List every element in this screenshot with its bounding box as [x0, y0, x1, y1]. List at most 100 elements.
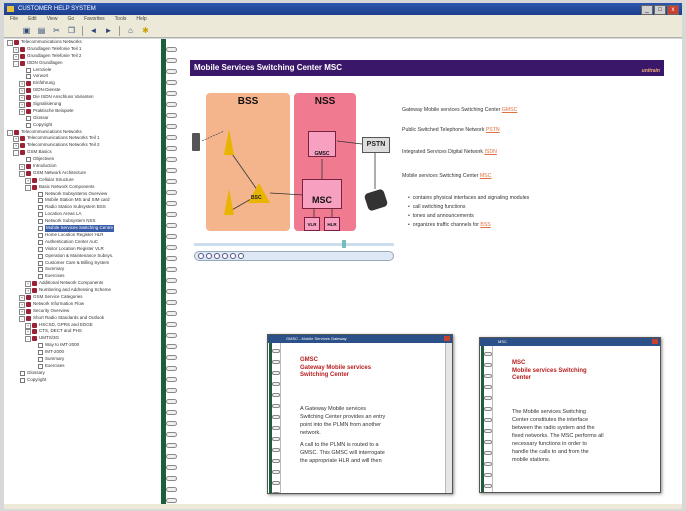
gmsc-node[interactable]: GMSC [308, 131, 336, 157]
popup-close-button[interactable] [444, 336, 450, 341]
step-button[interactable] [230, 253, 236, 259]
tree-item-label: Authentication Center AuC [45, 238, 99, 244]
tree-item[interactable]: - ISDN Grundlagen [4, 60, 160, 67]
spiral-ring [272, 492, 280, 493]
page-icon [26, 115, 31, 121]
msc-node[interactable]: MSC [302, 179, 342, 209]
tree-item[interactable]: + ISDN-Dienste [4, 87, 160, 95]
tree-item[interactable]: Network Subsystems Overview [4, 191, 160, 198]
tree-item[interactable]: Network Subsystem NSS [4, 218, 160, 225]
tree-item[interactable]: - Basic Network Components [4, 184, 160, 191]
menu-item[interactable]: Tools [115, 15, 127, 24]
gmsc-link[interactable]: GMSC [502, 107, 518, 113]
spiral-ring [166, 399, 177, 404]
tree-item[interactable]: Visitor Location Register VLR [4, 246, 160, 253]
page-icon [38, 226, 43, 232]
tree-item[interactable]: Glossary [4, 370, 160, 377]
book-icon [20, 136, 25, 142]
tree-item[interactable]: Home Location Register HLR [4, 232, 160, 239]
tree-item[interactable]: - GSM Network Architecture [4, 170, 160, 177]
tree-item[interactable]: Lernziele [4, 67, 160, 74]
popup-scrollbar[interactable] [445, 343, 452, 493]
tree-item[interactable]: Mobile Services Switching Centre [4, 225, 160, 232]
save-icon[interactable]: ▣ [22, 26, 31, 35]
tree-item[interactable]: Copyright [4, 122, 160, 129]
home-icon[interactable]: ⌂ [126, 26, 135, 35]
menu-item[interactable]: File [10, 15, 18, 24]
copy-icon[interactable]: ❐ [67, 26, 76, 35]
tree-item[interactable]: + Die ISDN Anschluss Varianten [4, 94, 160, 102]
tree-item[interactable]: Authentication Center AuC [4, 239, 160, 246]
tree-item[interactable]: Radio Station Subsystem BSS [4, 204, 160, 211]
tree-item[interactable]: - GSM Basics [4, 149, 160, 157]
tree-item-label: GSM Basics [27, 149, 52, 155]
menu-item[interactable]: View [47, 15, 58, 24]
menu-item[interactable]: Help [136, 15, 146, 24]
back-icon[interactable]: ◄ [89, 26, 98, 35]
tree-item[interactable]: Way to IMT-2000 [4, 342, 160, 349]
tree-item[interactable]: - Telecommunications Networks [4, 39, 160, 46]
menu-item[interactable]: Go [67, 15, 74, 24]
tree-item[interactable]: + Additional Network Components [4, 280, 160, 288]
tree-item[interactable]: + Cellular Structure [4, 177, 160, 184]
play-button[interactable] [198, 253, 204, 259]
pstn-node[interactable]: PSTN [362, 137, 390, 153]
tree-item[interactable]: - Short Radio Standards and Outlook [4, 315, 160, 322]
network-diagram: BSS NSS BSC GMSC MSC VLR HLR PSTN [192, 91, 394, 239]
forward-icon[interactable]: ► [104, 26, 113, 35]
menu-item[interactable]: Favorites [84, 15, 105, 24]
cut-icon[interactable]: ✂ [52, 26, 61, 35]
print-icon[interactable]: ▤ [37, 26, 46, 35]
step-button[interactable] [214, 253, 220, 259]
close-button[interactable]: x [667, 5, 679, 15]
tree-item[interactable]: Vorwort [4, 73, 160, 80]
tree-item[interactable]: Copyright [4, 377, 160, 384]
options-icon[interactable]: ✱ [141, 26, 150, 35]
tree-item[interactable]: + Grundlagen Telefonie Teil 2 [4, 53, 160, 60]
maximize-button[interactable]: □ [654, 5, 666, 15]
tree-item[interactable]: - Telecommunications Networks [4, 129, 160, 136]
tree-item[interactable]: + Einführung [4, 80, 160, 88]
tree-item[interactable]: Customer Care & Billing System [4, 260, 160, 267]
tree-item[interactable]: Mobile Station MS and SIM card [4, 197, 160, 204]
bss-link[interactable]: BSS [480, 222, 490, 228]
tree-item-label: GSM Service Categories [33, 293, 83, 299]
tree-item[interactable]: Summary [4, 356, 160, 363]
tree-item-label: Short Radio Standards and Outlook [33, 314, 105, 320]
tree-item[interactable]: + GSM Service Categories [4, 294, 160, 301]
step-button[interactable] [206, 253, 212, 259]
step-button[interactable] [238, 253, 244, 259]
animation-progress-thumb[interactable] [342, 240, 346, 248]
popup-close-button[interactable] [652, 339, 658, 344]
vlr-node[interactable]: VLR [304, 217, 320, 231]
tree-item[interactable]: + Network Information Flow [4, 301, 160, 308]
spiral-ring [166, 454, 177, 459]
tree-item[interactable]: + Telecommunications Networks Teil 2 [4, 142, 160, 150]
tree-item[interactable]: + Signalisierung [4, 101, 160, 109]
step-button[interactable] [222, 253, 228, 259]
tree-item[interactable]: + HSCSD, GPRS and EDGE [4, 322, 160, 329]
hlr-node[interactable]: HLR [324, 217, 340, 231]
tree-item[interactable]: + CTS, DECT and PHS [4, 328, 160, 336]
animation-progress-track[interactable] [194, 243, 394, 246]
tree-item[interactable]: - UMTS/3G [4, 335, 160, 343]
tree-item[interactable]: + Praktische Beispiele [4, 108, 160, 115]
tree-item[interactable]: + Grundlagen Telefonie Teil 1 [4, 46, 160, 53]
tree-item[interactable]: + Security Overview [4, 308, 160, 315]
tree-item[interactable]: Summary [4, 266, 160, 273]
tree-item[interactable]: + Telecommunications Networks Teil 1 [4, 135, 160, 143]
menu-item[interactable]: Edit [28, 15, 37, 24]
tree-item[interactable]: Exercises [4, 273, 160, 280]
msc-link[interactable]: MSC [480, 173, 492, 179]
tree-item[interactable]: + Numbering and Addressing Scheme [4, 287, 160, 295]
tree-item[interactable]: Exercises [4, 363, 160, 370]
tree-item[interactable]: Location Areas LA [4, 211, 160, 218]
tree-item[interactable]: Objectives [4, 156, 160, 163]
pstn-link[interactable]: PSTN [486, 127, 500, 133]
tree-item[interactable]: Operation & Maintenance Subsys. [4, 253, 160, 260]
isdn-link[interactable]: ISDN [484, 149, 496, 155]
minimize-button[interactable]: _ [641, 5, 653, 15]
tree-item[interactable]: IMT-2000 [4, 349, 160, 356]
tree-item[interactable]: Glossar [4, 115, 160, 122]
tree-item[interactable]: + Introduction [4, 163, 160, 171]
